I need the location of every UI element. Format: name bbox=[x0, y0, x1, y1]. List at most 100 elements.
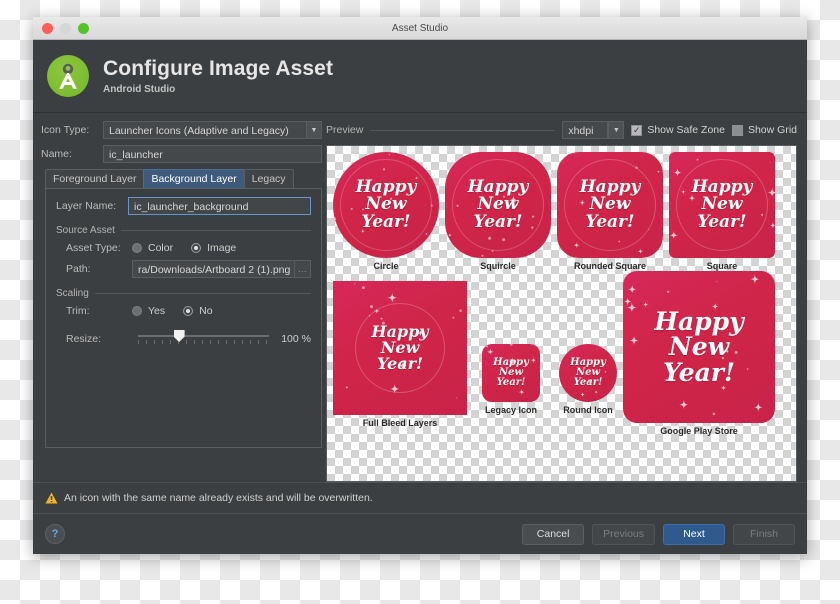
warning-bar: An icon with the same name already exist… bbox=[33, 482, 807, 513]
layer-name-input[interactable]: ic_launcher_background bbox=[128, 197, 311, 215]
asset-type-image-radio[interactable] bbox=[191, 243, 201, 253]
preview-tile-squircle[interactable]: Happy New Year! Squircle bbox=[445, 152, 551, 271]
resize-row: Resize: 100 % bbox=[56, 329, 311, 349]
cancel-button[interactable]: Cancel bbox=[522, 524, 584, 545]
icon-foreground-text: Happy New Year! bbox=[445, 152, 551, 258]
icon-text-line-3: Year! bbox=[663, 360, 735, 386]
tile-caption: Square bbox=[669, 261, 775, 271]
icon-art: Happy New Year! bbox=[482, 344, 540, 402]
tab-foreground-layer[interactable]: Foreground Layer bbox=[45, 169, 144, 188]
close-button[interactable] bbox=[42, 23, 53, 34]
preview-tile-full-bleed-layers[interactable]: Happy New Year! Full Bleed Layers bbox=[333, 281, 467, 428]
icon-foreground-text: Happy New Year! bbox=[333, 152, 439, 258]
page-subtitle: Android Studio bbox=[103, 84, 333, 95]
trim-row: Trim: Yes No bbox=[56, 305, 311, 317]
preview-tile-square[interactable]: Happy New Year! Square bbox=[669, 152, 775, 271]
icon-art: Happy New Year! bbox=[559, 344, 617, 402]
icon-art: Happy New Year! bbox=[623, 271, 775, 423]
icon-type-combobox[interactable]: Launcher Icons (Adaptive and Legacy) ▼ bbox=[103, 121, 322, 139]
asset-type-color-label[interactable]: Color bbox=[148, 242, 173, 254]
asset-type-color-radio[interactable] bbox=[132, 243, 142, 253]
tab-legacy[interactable]: Legacy bbox=[244, 169, 294, 188]
preview-divider bbox=[370, 130, 555, 131]
checkbox-icon[interactable] bbox=[732, 125, 743, 136]
tile-caption: Squircle bbox=[445, 261, 551, 271]
trim-no-label[interactable]: No bbox=[199, 305, 212, 317]
tile-caption: Round Icon bbox=[559, 405, 617, 415]
previous-button[interactable]: Previous bbox=[592, 524, 655, 545]
icon-art: Happy New Year! bbox=[557, 152, 663, 258]
slider-ticks bbox=[138, 340, 269, 344]
tile-caption: Google Play Store bbox=[623, 426, 775, 436]
icon-text-line-2: New bbox=[669, 334, 729, 360]
preview-tile-circle[interactable]: Happy New Year! Circle bbox=[333, 152, 439, 271]
show-grid-checkbox[interactable]: Show Grid bbox=[732, 124, 797, 136]
icon-foreground-text: Happy New Year! bbox=[623, 271, 775, 423]
path-label: Path: bbox=[66, 263, 132, 275]
icon-text-line-3: Year! bbox=[362, 214, 411, 231]
preview-header: Preview xhdpi ▼ ✓ Show Safe Zone Show Gr… bbox=[326, 121, 797, 139]
dpi-combobox[interactable]: xhdpi ▼ bbox=[562, 121, 624, 139]
preview-tile-round-icon[interactable]: Happy New Year! Round Icon bbox=[559, 344, 617, 415]
icon-text-line-3: Year! bbox=[698, 214, 747, 231]
icon-type-row: Icon Type: Launcher Icons (Adaptive and … bbox=[41, 121, 322, 139]
icon-text-line-1: Happy bbox=[654, 309, 743, 335]
maximize-button[interactable] bbox=[78, 23, 89, 34]
dialog-footer: ? Cancel Previous Next Finish bbox=[33, 513, 807, 554]
warning-message: An icon with the same name already exist… bbox=[64, 492, 373, 504]
show-safe-zone-label[interactable]: Show Safe Zone bbox=[647, 124, 725, 136]
minimize-button[interactable] bbox=[60, 23, 71, 34]
dialog-header: Configure Image Asset Android Studio bbox=[33, 40, 807, 113]
header-text: Configure Image Asset Android Studio bbox=[103, 57, 333, 95]
name-input[interactable]: ic_launcher bbox=[103, 145, 322, 163]
asset-studio-window: Asset Studio Configure Image Asset Andro… bbox=[33, 17, 807, 554]
next-button[interactable]: Next bbox=[663, 524, 725, 545]
finish-button[interactable]: Finish bbox=[733, 524, 795, 545]
dialog-content: Icon Type: Launcher Icons (Adaptive and … bbox=[33, 113, 807, 482]
icon-text-line-3: Year! bbox=[497, 378, 526, 388]
show-grid-label[interactable]: Show Grid bbox=[748, 124, 797, 136]
warning-triangle-icon bbox=[45, 492, 58, 504]
slider-track bbox=[138, 335, 269, 337]
preview-tile-legacy-icon[interactable]: Happy New Year! Legacy Icon bbox=[482, 344, 540, 415]
chevron-down-icon[interactable]: ▼ bbox=[608, 121, 624, 139]
section-divider bbox=[95, 293, 311, 294]
tile-caption: Circle bbox=[333, 261, 439, 271]
icon-foreground-text: Happy New Year! bbox=[557, 152, 663, 258]
icon-art: Happy New Year! bbox=[333, 281, 467, 415]
help-button[interactable]: ? bbox=[45, 524, 65, 544]
tab-background-layer[interactable]: Background Layer bbox=[143, 169, 244, 188]
chevron-down-icon[interactable]: ▼ bbox=[306, 121, 322, 139]
icon-type-value[interactable]: Launcher Icons (Adaptive and Legacy) bbox=[103, 121, 306, 139]
checkbox-icon[interactable]: ✓ bbox=[631, 125, 642, 136]
icon-text-line-3: Year! bbox=[377, 356, 423, 372]
icon-foreground-text: Happy New Year! bbox=[669, 152, 775, 258]
tile-caption: Rounded Square bbox=[557, 261, 663, 271]
dpi-value[interactable]: xhdpi bbox=[562, 121, 608, 139]
trim-no-radio[interactable] bbox=[183, 306, 193, 316]
name-label: Name: bbox=[41, 148, 103, 160]
preview-tile-google-play-store[interactable]: Happy New Year! Google Play Store bbox=[623, 271, 775, 436]
icon-art: Happy New Year! bbox=[333, 152, 439, 258]
preview-label: Preview bbox=[326, 124, 363, 136]
icon-foreground-text: Happy New Year! bbox=[559, 344, 617, 402]
preview-tile-rounded-square[interactable]: Happy New Year! Rounded Square bbox=[557, 152, 663, 271]
resize-slider[interactable] bbox=[138, 329, 269, 349]
icon-art: Happy New Year! bbox=[669, 152, 775, 258]
window-title: Asset Studio bbox=[33, 23, 807, 34]
android-studio-logo-icon bbox=[47, 55, 89, 97]
trim-yes-label[interactable]: Yes bbox=[148, 305, 165, 317]
trim-label: Trim: bbox=[66, 305, 132, 317]
window-titlebar: Asset Studio bbox=[33, 17, 807, 40]
trim-yes-radio[interactable] bbox=[132, 306, 142, 316]
layer-name-row: Layer Name: ic_launcher_background bbox=[56, 197, 311, 215]
show-safe-zone-checkbox[interactable]: ✓ Show Safe Zone bbox=[631, 124, 725, 136]
layer-name-label: Layer Name: bbox=[56, 200, 128, 212]
asset-type-image-label[interactable]: Image bbox=[207, 242, 236, 254]
asset-type-row: Asset Type: Color Image bbox=[56, 242, 311, 254]
path-input[interactable]: ra/Downloads/Artboard 2 (1).png bbox=[132, 260, 295, 278]
browse-button[interactable]: ... bbox=[295, 260, 311, 278]
icon-foreground-text: Happy New Year! bbox=[333, 281, 467, 415]
icon-foreground-text: Happy New Year! bbox=[482, 344, 540, 402]
tile-caption: Full Bleed Layers bbox=[333, 418, 467, 428]
